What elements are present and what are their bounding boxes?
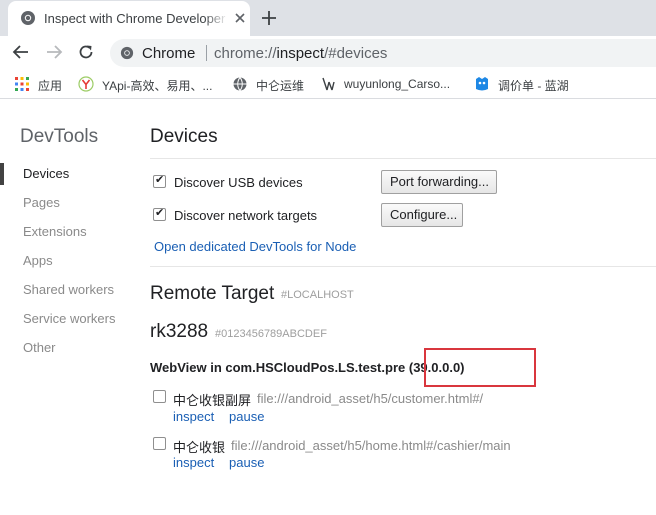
- divider: [150, 266, 656, 267]
- omnibox-separator: [206, 45, 207, 61]
- bookmarks-bar: 应用 YApi-高效、易用、... 中仑运维 wuyunlong_Carso..…: [0, 69, 656, 99]
- divider: [150, 158, 656, 159]
- version-highlight-box: [424, 348, 536, 387]
- pause-link[interactable]: pause: [229, 409, 264, 424]
- discover-network-label: Discover network targets: [174, 208, 318, 223]
- globe-icon: [233, 77, 247, 91]
- address-bar[interactable]: Chrome chrome://inspect/#devices: [110, 39, 656, 67]
- sidebar-item-service-workers[interactable]: Service workers: [0, 308, 130, 330]
- bookmark-label: 应用: [38, 79, 63, 93]
- sidebar-item-other[interactable]: Other: [0, 337, 130, 359]
- sidebar-item-shared-workers[interactable]: Shared workers: [0, 279, 130, 301]
- new-tab-icon[interactable]: [258, 7, 280, 29]
- sidebar-item-apps[interactable]: Apps: [0, 250, 130, 272]
- bookmark-label: 中仑运维: [256, 79, 305, 93]
- target-checkbox[interactable]: [153, 437, 166, 450]
- lanhu-icon: [476, 77, 488, 91]
- open-devtools-node-link[interactable]: Open dedicated DevTools for Node: [154, 239, 356, 254]
- tab-strip: Inspect with Chrome Developer Tools: [0, 0, 656, 36]
- yapi-icon: [78, 76, 94, 92]
- inspect-link[interactable]: inspect: [173, 409, 214, 424]
- url-path: /#devices: [324, 45, 388, 62]
- chrome-icon: [21, 11, 35, 25]
- sidebar-title: DevTools: [20, 126, 99, 147]
- sidebar-item-pages[interactable]: Pages: [0, 192, 130, 214]
- target-url: file:///android_asset/h5/home.html#/cash…: [231, 438, 511, 453]
- chrome-icon: [120, 46, 134, 60]
- remote-target-host: #LOCALHOST: [281, 289, 354, 301]
- discover-network-checkbox[interactable]: [153, 206, 166, 221]
- page-icon: [322, 77, 335, 91]
- webview-package: WebView in com.HSCloudPos.LS.test.pre: [150, 360, 406, 375]
- bookmark-label: 调价单 - 蓝湖: [498, 79, 569, 93]
- tab-title: Inspect with Chrome Developer Tools: [44, 11, 228, 26]
- discover-usb-checkbox[interactable]: [153, 173, 166, 188]
- port-forwarding-button[interactable]: Port forwarding...: [381, 170, 497, 194]
- tab-inspect[interactable]: Inspect with Chrome Developer Tools: [8, 1, 250, 36]
- target-title: 中仑收银副屏: [173, 393, 252, 408]
- omnibox-chrome-label: Chrome: [142, 45, 196, 62]
- url-prefix: chrome://: [214, 45, 277, 62]
- url-host: inspect: [276, 45, 325, 62]
- target-url: file:///android_asset/h5/customer.html#/: [257, 391, 484, 406]
- device-name: rk3288: [150, 321, 209, 342]
- reload-icon[interactable]: [77, 43, 95, 61]
- configure-button[interactable]: Configure...: [381, 203, 463, 227]
- inspect-link[interactable]: inspect: [173, 455, 214, 470]
- pause-link[interactable]: pause: [229, 455, 264, 470]
- url-text[interactable]: chrome://inspect/#devices: [214, 45, 387, 62]
- discover-usb-label: Discover USB devices: [174, 175, 303, 190]
- bookmark-label: YApi-高效、易用、...: [102, 79, 213, 93]
- sidebar-item-devices[interactable]: Devices: [0, 163, 130, 185]
- target-checkbox[interactable]: [153, 390, 166, 403]
- back-arrow-icon[interactable]: [12, 43, 30, 61]
- target-title: 中仑收银: [173, 440, 226, 455]
- toolbar: Chrome chrome://inspect/#devices: [0, 36, 656, 69]
- remote-target-title: Remote Target: [150, 283, 275, 304]
- apps-grid-icon: [15, 77, 29, 91]
- bookmark-label: wuyunlong_Carso...: [344, 77, 451, 91]
- webview-title: WebView in com.HSCloudPos.LS.test.pre (3…: [150, 360, 465, 375]
- close-icon[interactable]: [232, 10, 248, 26]
- forward-arrow-icon[interactable]: [45, 43, 63, 61]
- page-title: Devices: [150, 126, 218, 147]
- sidebar-item-extensions[interactable]: Extensions: [0, 221, 130, 243]
- device-serial: #0123456789ABCDEF: [215, 328, 327, 340]
